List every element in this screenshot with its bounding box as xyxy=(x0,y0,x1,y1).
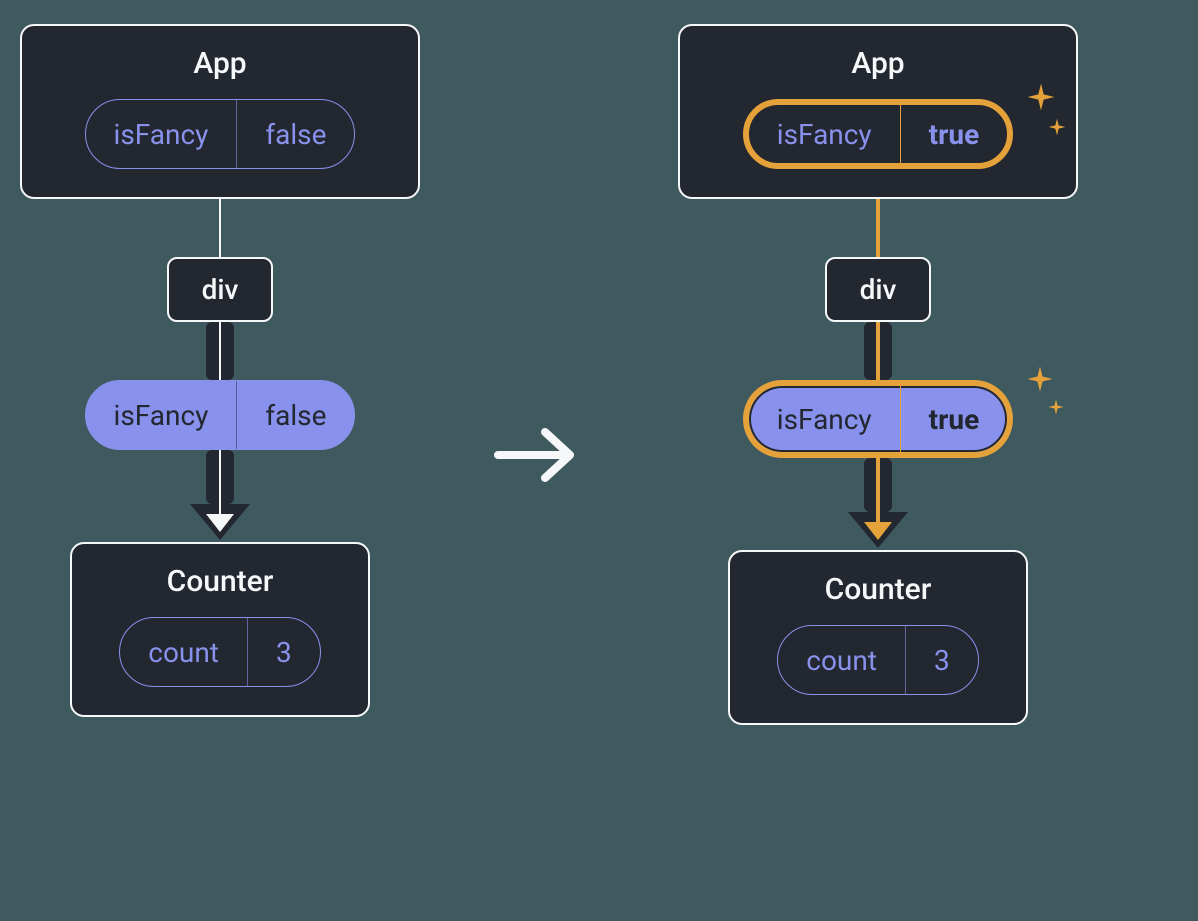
node-title-counter: Counter xyxy=(167,564,274,599)
state-pill-app-highlighted: isFancy true xyxy=(743,99,1013,169)
state-pill-app: isFancy false xyxy=(85,99,356,169)
node-div: div xyxy=(167,257,273,322)
node-div: div xyxy=(825,257,931,322)
prop-name: isFancy xyxy=(86,381,238,449)
prop-value: false xyxy=(237,381,354,449)
node-title-app: App xyxy=(851,46,904,81)
state-pill-counter: count 3 xyxy=(777,625,978,695)
connector xyxy=(10,199,430,257)
transition-arrow-icon xyxy=(490,420,590,494)
state-pill-counter: count 3 xyxy=(119,617,320,687)
sparkle-icon xyxy=(1047,398,1065,416)
connector xyxy=(668,199,1088,257)
state-value: 3 xyxy=(248,618,320,686)
node-title-div: div xyxy=(202,273,239,306)
node-counter: Counter count 3 xyxy=(70,542,370,717)
prop-pill: isFancy false xyxy=(85,380,356,450)
node-title-counter: Counter xyxy=(825,572,932,607)
connector-arrow xyxy=(10,450,430,542)
sparkle-icon xyxy=(1047,117,1067,137)
node-title-div: div xyxy=(860,273,897,306)
prop-value: true xyxy=(901,386,1008,452)
prop-name: isFancy xyxy=(749,386,901,452)
node-app: App isFancy true xyxy=(678,24,1078,199)
sparkle-icon xyxy=(1025,364,1055,394)
tree-after: App isFancy true div is xyxy=(668,24,1088,725)
state-name: count xyxy=(778,626,906,694)
node-title-app: App xyxy=(193,46,246,81)
state-name: count xyxy=(120,618,248,686)
connector-arrow xyxy=(668,458,1088,550)
state-value: 3 xyxy=(906,626,978,694)
state-name: isFancy xyxy=(749,105,901,163)
state-value: false xyxy=(237,100,354,168)
prop-pill-highlighted: isFancy true xyxy=(743,380,1013,458)
state-name: isFancy xyxy=(86,100,238,168)
node-app: App isFancy false xyxy=(20,24,420,199)
arrow-down-icon xyxy=(864,522,892,540)
sparkle-icon xyxy=(1025,81,1057,113)
arrow-down-icon xyxy=(206,514,234,532)
tree-before: App isFancy false div isFancy false xyxy=(10,24,430,717)
state-value: true xyxy=(901,105,1008,163)
connector xyxy=(10,322,430,380)
node-counter: Counter count 3 xyxy=(728,550,1028,725)
